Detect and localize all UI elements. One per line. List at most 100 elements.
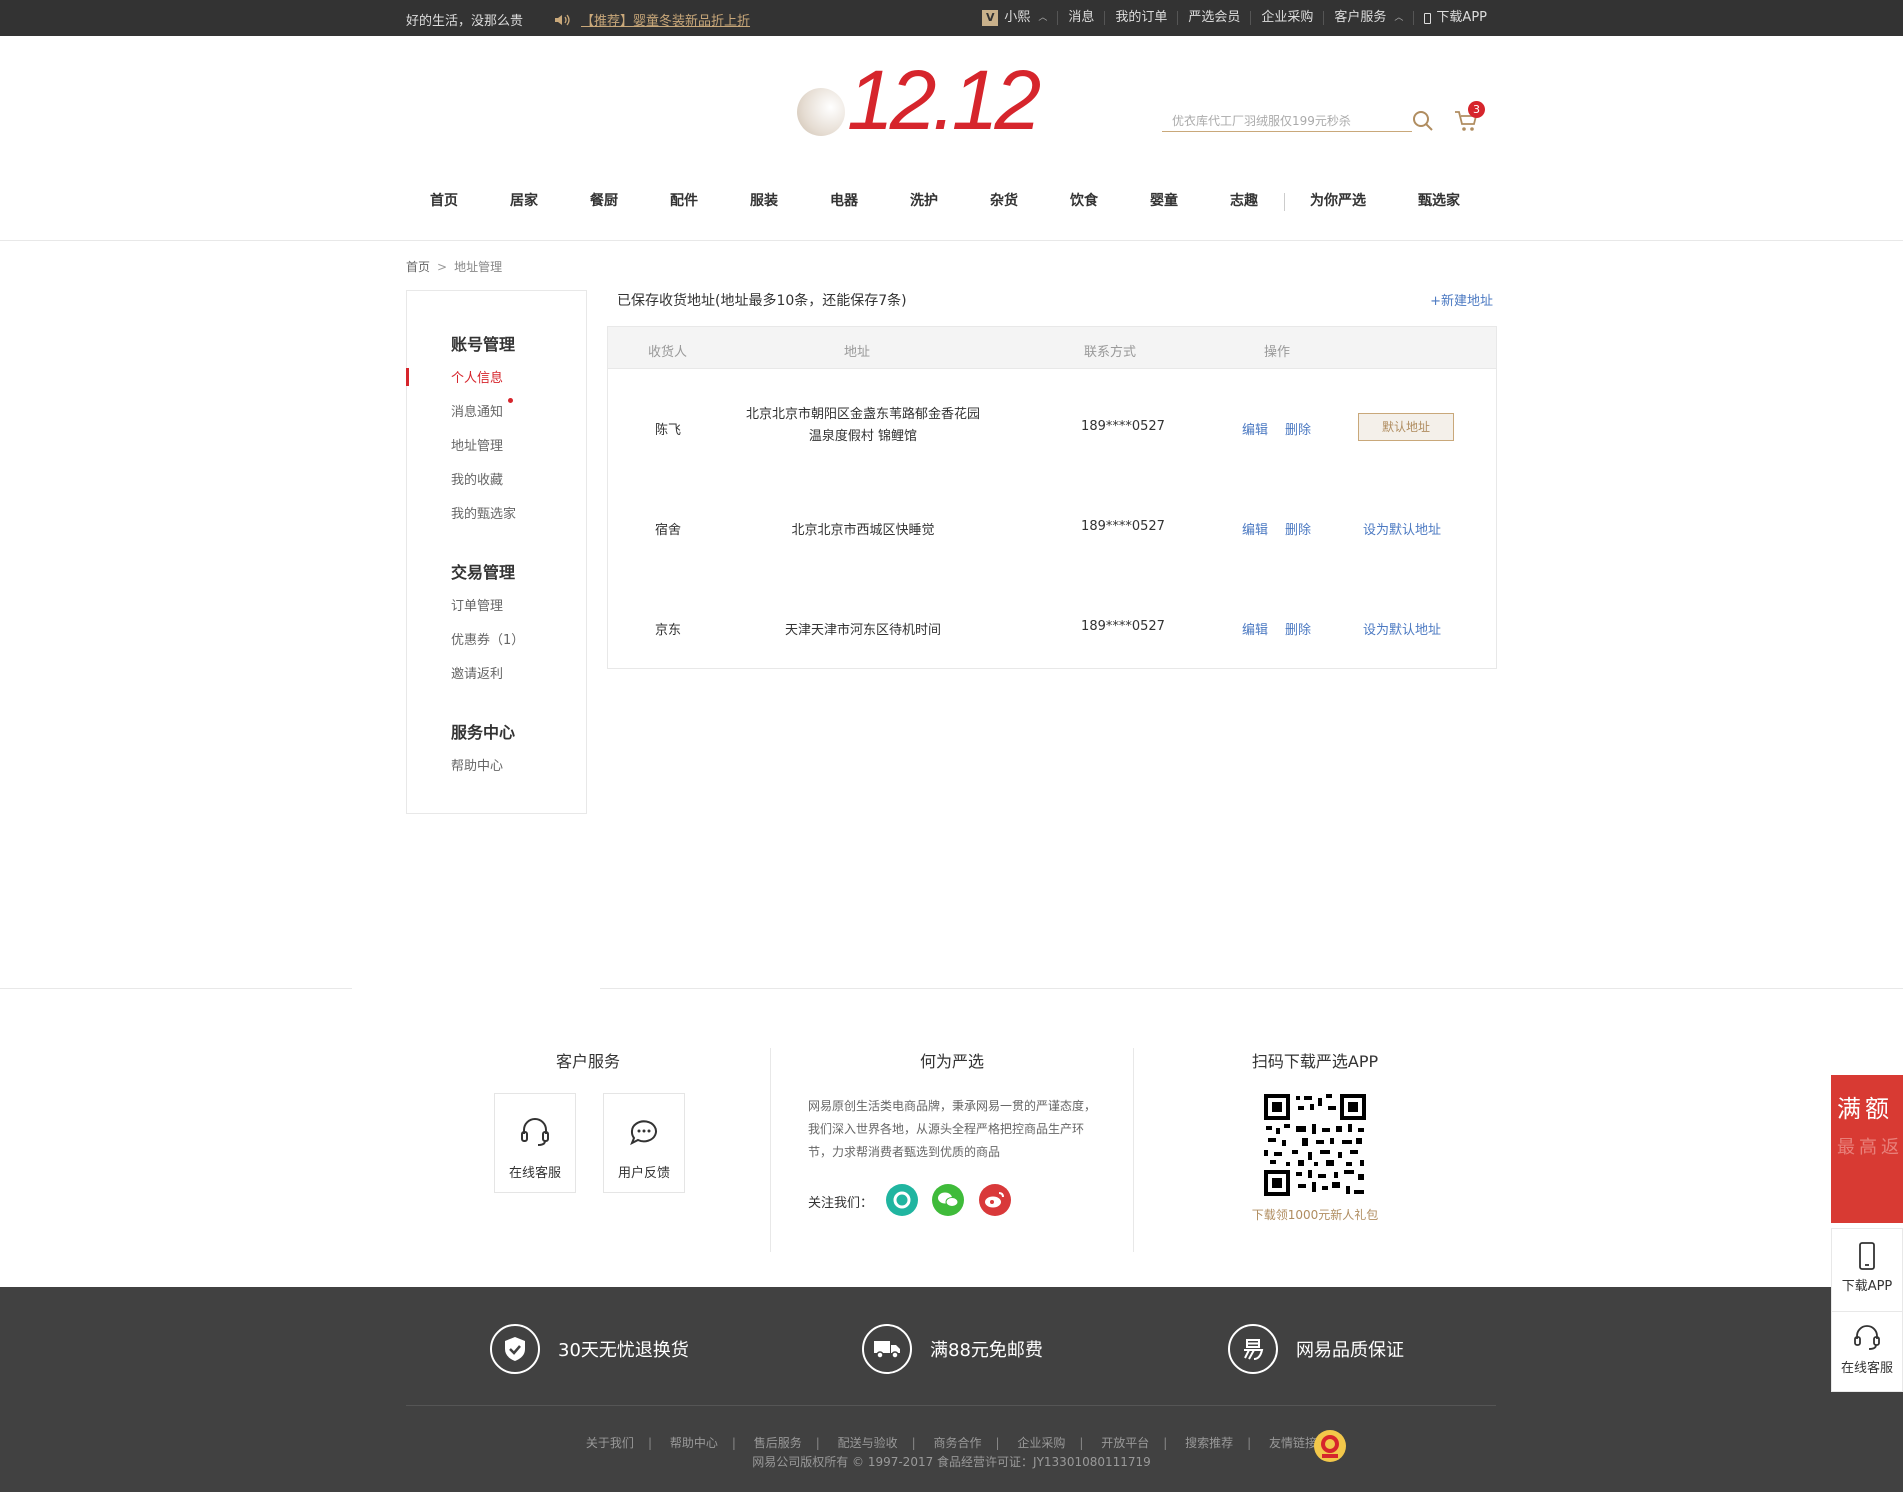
nav-item-food[interactable]: 饮食 <box>1044 186 1124 216</box>
copyright: 网易公司版权所有 © 1997-2017 食品经营许可证：JY133010801… <box>752 1455 1151 1469</box>
qr-caption: 下载领1000元新人礼包 <box>1251 1208 1379 1222</box>
membership-link[interactable]: 严选会员 <box>1177 11 1250 25</box>
edit-button[interactable]: 编辑 <box>1242 419 1268 438</box>
enterprise-link[interactable]: 企业采购 <box>1250 11 1323 25</box>
wechat-icon[interactable] <box>932 1184 964 1216</box>
sidebar-item-coupons[interactable]: 优惠券（1） <box>451 629 524 648</box>
sidebar-item-profile[interactable]: 个人信息 <box>451 367 503 386</box>
footer-link-about[interactable]: 关于我们 <box>586 1436 634 1450</box>
float-divider <box>1832 1311 1902 1312</box>
recipient-name: 宿舍 <box>654 523 681 538</box>
footer-link-business[interactable]: 商务合作 <box>933 1436 981 1450</box>
phone-icon <box>1424 12 1432 24</box>
logo[interactable]: 12.12 <box>795 58 1041 143</box>
footer-divider <box>600 988 1903 989</box>
nav-item-appliances[interactable]: 电器 <box>804 186 884 216</box>
recipient-name: 陈飞 <box>654 423 681 438</box>
delete-button[interactable]: 删除 <box>1285 419 1311 438</box>
cashback-banner[interactable]: 满额 最高返 <box>1831 1075 1903 1223</box>
sidebar-item-referral[interactable]: 邀请返利 <box>451 663 503 682</box>
footer-link-after-sales[interactable]: 售后服务 <box>754 1436 802 1450</box>
search-input[interactable]: 优衣库代工厂羽绒服仅199元秒杀 <box>1162 108 1412 132</box>
user-menu[interactable]: V 小熙 ︿ <box>972 10 1057 26</box>
footer-link-open-platform[interactable]: 开放平台 <box>1101 1436 1149 1450</box>
nav-item-sundries[interactable]: 杂货 <box>964 186 1044 216</box>
sidebar-item-my-selector[interactable]: 我的甄选家 <box>451 503 516 522</box>
nav-item-selectors[interactable]: 甄选家 <box>1392 186 1486 216</box>
sidebar-group-trade: 交易管理 <box>451 563 516 582</box>
promise-return-label: 30天无忧退换货 <box>558 1340 689 1361</box>
footer-link-friends[interactable]: 友情链接 <box>1269 1436 1317 1450</box>
unread-dot <box>508 398 513 403</box>
promise-quality-label: 网易品质保证 <box>1296 1340 1404 1361</box>
delete-button[interactable]: 删除 <box>1285 519 1311 538</box>
nav-item-kitchen[interactable]: 餐厨 <box>564 186 644 216</box>
netease-logo-icon <box>1228 1324 1278 1374</box>
feedback-button[interactable]: 用户反馈 <box>603 1093 685 1193</box>
customer-service-menu[interactable]: 客户服务 ︿ <box>1323 11 1413 25</box>
nav-item-for-you[interactable]: 为你严选 <box>1284 186 1392 216</box>
float-download-label: 下载APP <box>1841 1279 1893 1294</box>
speaker-icon <box>553 13 571 27</box>
nav-item-hobbies[interactable]: 志趣 <box>1204 186 1284 216</box>
online-service-button[interactable]: 在线客服 <box>494 1093 576 1193</box>
app-download-title: 扫码下载严选APP <box>1251 1052 1379 1071</box>
new-address-button[interactable]: +新建地址 <box>1430 290 1493 309</box>
weibo-icon[interactable] <box>979 1184 1011 1216</box>
recipient-name: 京东 <box>654 623 681 638</box>
footer-link-search[interactable]: 搜索推荐 <box>1185 1436 1233 1450</box>
messages-link[interactable]: 消息 <box>1057 11 1104 25</box>
sidebar-item-notifications[interactable]: 消息通知 <box>451 401 503 420</box>
nav-item-baby[interactable]: 婴童 <box>1124 186 1204 216</box>
edit-button[interactable]: 编辑 <box>1242 619 1268 638</box>
nav-item-home-living[interactable]: 居家 <box>484 186 564 216</box>
sidebar-item-help[interactable]: 帮助中心 <box>451 755 503 774</box>
breadcrumb-home[interactable]: 首页 <box>406 258 430 275</box>
address-line: 温泉度假村 锦鲤馆 <box>808 429 918 444</box>
nav-item-home[interactable]: 首页 <box>406 186 484 216</box>
sidebar-item-addresses[interactable]: 地址管理 <box>451 435 503 454</box>
mobile-phone-icon <box>1859 1242 1875 1270</box>
online-service-label: 在线客服 <box>508 1166 561 1181</box>
promise-quality: 网易品质保证 <box>1228 1324 1404 1374</box>
nav-item-apparel[interactable]: 服装 <box>724 186 804 216</box>
nav-item-care[interactable]: 洗护 <box>884 186 964 216</box>
delete-button[interactable]: 删除 <box>1285 619 1311 638</box>
sidebar-item-orders[interactable]: 订单管理 <box>451 595 503 614</box>
download-app-link[interactable]: 下载APP <box>1413 11 1497 25</box>
set-default-button[interactable]: 设为默认地址 <box>1363 619 1441 638</box>
float-download-app[interactable]: 下载APP <box>1832 1241 1902 1294</box>
top-bar: 好的生活，没那么贵 【推荐】婴童冬装新品折上折 V 小熙 ︿ 消息 我的订单 严… <box>0 0 1903 36</box>
cart-count-badge: 3 <box>1468 101 1485 118</box>
slogan: 好的生活，没那么贵 <box>406 14 524 29</box>
breadcrumb-current: 地址管理 <box>454 260 503 274</box>
promo-link[interactable]: 【推荐】婴童冬装新品折上折 <box>581 10 750 29</box>
about-text: 网易原创生活类电商品牌，秉承网易一贯的严谨态度，我们深入世界各地，从源头全程严格… <box>808 1099 1097 1159</box>
column-header-recipient: 收货人 <box>648 345 688 360</box>
footer-link-delivery[interactable]: 配送与验收 <box>838 1436 898 1450</box>
footer-link-help[interactable]: 帮助中心 <box>670 1436 718 1450</box>
phone-number: 189****0527 <box>1081 419 1165 434</box>
float-online-service[interactable]: 在线客服 <box>1832 1323 1902 1376</box>
column-header-address: 地址 <box>844 345 871 360</box>
headset-icon <box>1854 1325 1880 1350</box>
set-default-button[interactable]: 设为默认地址 <box>1363 519 1441 538</box>
chevron-up-icon: ︿ <box>1394 13 1404 23</box>
sidebar: 账号管理 个人信息 消息通知 地址管理 我的收藏 我的甄选家 交易管理 订单管理… <box>406 290 587 814</box>
bottom-divider <box>406 1405 1496 1406</box>
table-header: 收货人 地址 联系方式 操作 <box>608 327 1496 369</box>
chevron-up-icon: ︿ <box>1038 13 1048 23</box>
nav-item-accessories[interactable]: 配件 <box>644 186 724 216</box>
my-orders-link[interactable]: 我的订单 <box>1104 11 1177 25</box>
sidebar-item-favorites[interactable]: 我的收藏 <box>451 469 503 488</box>
logo-text: 12.12 <box>847 53 1041 147</box>
edit-button[interactable]: 编辑 <box>1242 519 1268 538</box>
truck-icon <box>862 1324 912 1374</box>
download-app-label: 下载APP <box>1436 10 1487 25</box>
address-table: 收货人 地址 联系方式 操作 陈飞 北京北京市朝阳区金盏东苇路郁金香花园 温泉度… <box>607 326 1497 669</box>
footer-link-enterprise[interactable]: 企业采购 <box>1017 1436 1065 1450</box>
yixin-icon[interactable] <box>886 1184 918 1216</box>
table-row: 宿舍 北京北京市西城区快睡觉 189****0527 编辑 删除 设为默认地址 <box>608 477 1496 577</box>
search-icon[interactable] <box>1412 110 1434 132</box>
sidebar-group-account: 账号管理 <box>451 335 516 354</box>
